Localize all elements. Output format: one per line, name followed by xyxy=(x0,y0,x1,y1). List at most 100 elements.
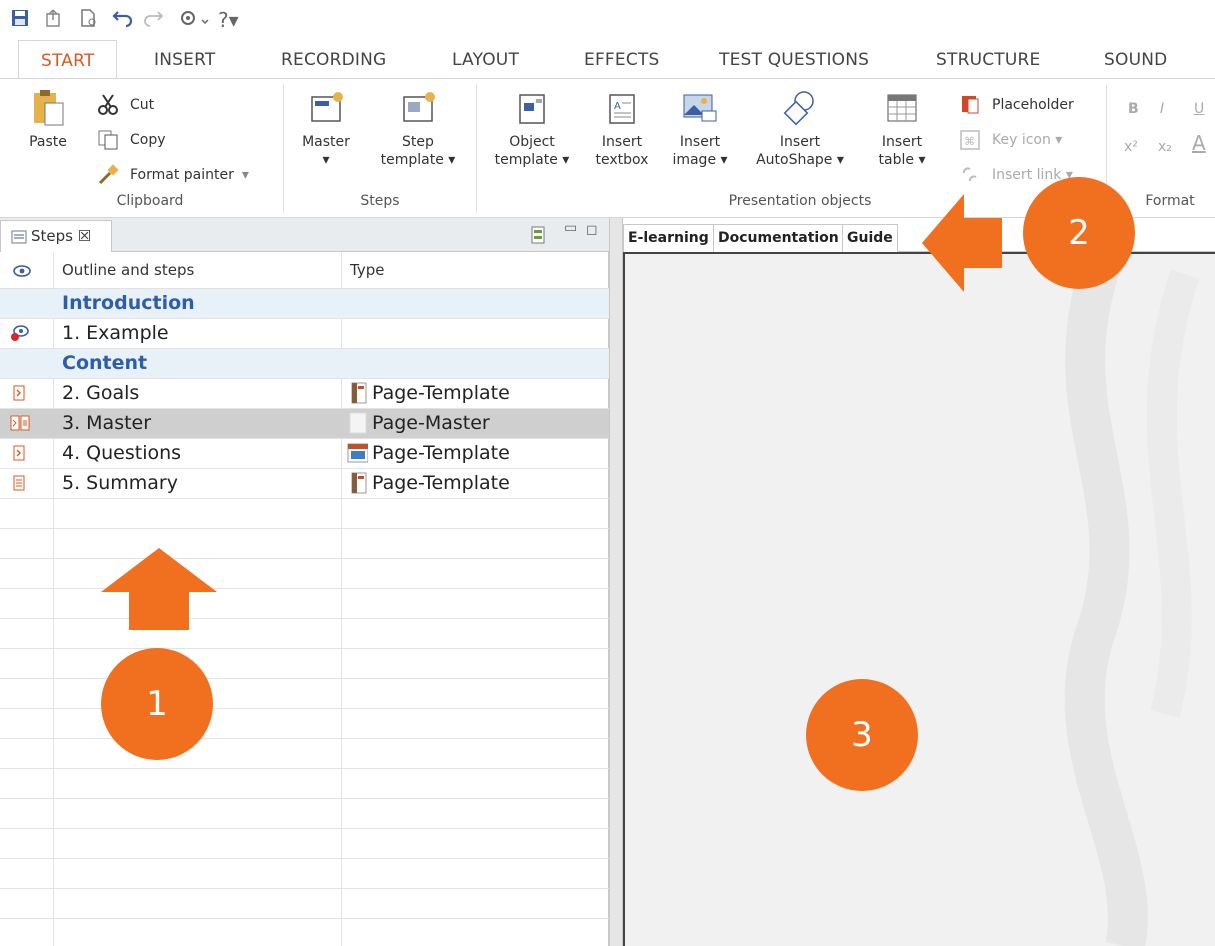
maximize-icon[interactable]: ◻ xyxy=(586,222,598,238)
image-icon xyxy=(683,94,717,122)
tab-structure[interactable]: STRUCTURE xyxy=(936,40,1040,78)
redo-icon[interactable] xyxy=(142,8,164,32)
group-separator xyxy=(283,85,284,213)
master-button[interactable]: Master ▾ xyxy=(296,89,356,169)
step-row[interactable]: 5. Summary Page-Template xyxy=(0,468,609,498)
outline-section-row[interactable]: Content xyxy=(0,348,609,378)
col-outline-header[interactable]: Outline and steps xyxy=(62,252,194,288)
steps-tab[interactable]: Steps ☒ xyxy=(0,220,112,252)
tab-documentation[interactable]: Documentation xyxy=(713,224,844,252)
cut-button[interactable]: Cut xyxy=(96,93,154,117)
panel-menu-icon[interactable] xyxy=(530,226,546,244)
object-template-button[interactable]: Object template ▾ xyxy=(492,89,572,169)
grid-line xyxy=(0,648,609,649)
subscript-button[interactable]: x₂ xyxy=(1158,135,1172,159)
grid-line xyxy=(0,558,609,559)
grid-line xyxy=(0,678,609,679)
step-template-icon xyxy=(403,92,435,122)
step-type-label: Page-Template xyxy=(372,472,510,494)
preview-eye-icon xyxy=(11,325,29,341)
font-color-button[interactable]: A xyxy=(1192,131,1206,155)
master-step-icon xyxy=(10,415,30,431)
step-title: 1. Example xyxy=(62,322,169,344)
undo-icon[interactable] xyxy=(112,8,134,32)
step-title: 4. Questions xyxy=(62,442,182,464)
svg-text:A: A xyxy=(614,101,621,112)
insert-table-button[interactable]: Insert table ▾ xyxy=(870,89,934,169)
grid-line xyxy=(0,408,609,409)
autoshape-icon xyxy=(783,91,814,126)
page-template-icon xyxy=(351,472,367,494)
tab-guide[interactable]: Guide xyxy=(842,224,898,252)
visibility-column-icon[interactable] xyxy=(12,264,32,278)
placeholder-icon xyxy=(962,96,979,114)
placeholder-button[interactable]: Placeholder xyxy=(958,93,1074,117)
grid-line xyxy=(0,378,609,379)
tab-sound[interactable]: SOUND xyxy=(1104,40,1167,78)
tab-test-questions[interactable]: TEST QUESTIONS xyxy=(719,40,869,78)
quick-access-toolbar: ?▾ xyxy=(0,0,1215,40)
textbox-icon: A xyxy=(609,94,635,124)
grid-line xyxy=(0,318,609,319)
grid-line xyxy=(0,468,609,469)
tab-insert[interactable]: INSERT xyxy=(154,40,215,78)
step-type: Page-Master xyxy=(346,408,490,438)
col-type-header[interactable]: Type xyxy=(350,252,384,288)
format-painter-button[interactable]: Format painter ▾ xyxy=(96,163,249,187)
page-master-icon xyxy=(349,412,367,434)
paintbrush-icon xyxy=(98,164,119,185)
slide-canvas[interactable] xyxy=(623,252,1215,946)
tab-start[interactable]: START xyxy=(18,40,118,80)
step-title: Content xyxy=(62,352,148,374)
link-icon xyxy=(962,167,977,182)
tab-layout[interactable]: LAYOUT xyxy=(452,40,519,78)
bold-button[interactable]: B xyxy=(1128,97,1139,121)
summary-step-icon xyxy=(13,475,25,491)
step-type-label: Page-Template xyxy=(372,442,510,464)
minimize-icon[interactable]: ▭ xyxy=(564,220,577,236)
callout-2: 2 xyxy=(1023,177,1135,289)
grid-line xyxy=(0,738,609,739)
copy-button[interactable]: Copy xyxy=(96,128,166,152)
ribbon: Paste Cut Copy Format painter ▾ Clipboard… xyxy=(0,78,1215,218)
grid-line xyxy=(0,528,609,529)
step-row[interactable]: 1. Example xyxy=(0,318,609,348)
settings-icon[interactable] xyxy=(178,8,212,32)
underline-button[interactable]: U xyxy=(1194,97,1204,121)
tab-e-learning[interactable]: E-learning xyxy=(623,224,714,252)
grid-line xyxy=(0,858,609,859)
save-icon[interactable] xyxy=(10,8,30,32)
grid-line xyxy=(0,828,609,829)
grid-line xyxy=(0,888,609,889)
format-group-label: Format xyxy=(1145,193,1195,209)
paste-button[interactable]: Paste xyxy=(18,89,78,151)
tab-recording[interactable]: RECORDING xyxy=(281,40,386,78)
step-row[interactable]: 3. Master Page-Master xyxy=(0,408,609,438)
insert-textbox-button[interactable]: A Insert textbox xyxy=(592,89,652,169)
upload-icon[interactable] xyxy=(44,8,62,32)
insert-autoshape-button[interactable]: Insert AutoShape ▾ xyxy=(748,89,852,169)
insert-image-button[interactable]: Insert image ▾ xyxy=(670,89,730,169)
superscript-button[interactable]: x² xyxy=(1124,135,1138,159)
key-icon-button[interactable]: ⌘ Key icon ▾ xyxy=(958,128,1062,152)
step-title: 5. Summary xyxy=(62,472,178,494)
page-template-icon xyxy=(351,382,367,404)
step-row[interactable]: 2. Goals Page-Template xyxy=(0,378,609,408)
svg-text:⌘: ⌘ xyxy=(964,135,975,148)
step-type: Page-Template xyxy=(346,468,510,498)
panel-splitter[interactable] xyxy=(609,218,623,946)
italic-button[interactable]: I xyxy=(1160,97,1164,121)
new-document-icon[interactable] xyxy=(78,8,98,32)
step-row[interactable]: 4. Questions Page-Template xyxy=(0,438,609,468)
ribbon-tabs: START INSERT RECORDING LAYOUT EFFECTS TE… xyxy=(0,40,1215,80)
key-icon: ⌘ xyxy=(960,130,980,150)
outline-section-row[interactable]: Introduction xyxy=(0,288,609,318)
step-title: Introduction xyxy=(62,292,195,314)
step-template-button[interactable]: Step template ▾ xyxy=(378,89,458,169)
tab-effects[interactable]: EFFECTS xyxy=(584,40,660,78)
help-icon[interactable]: ?▾ xyxy=(218,8,239,32)
grid-line xyxy=(0,438,609,439)
grid-line xyxy=(0,768,609,769)
grid-line xyxy=(0,618,609,619)
step-title: 3. Master xyxy=(62,412,152,434)
